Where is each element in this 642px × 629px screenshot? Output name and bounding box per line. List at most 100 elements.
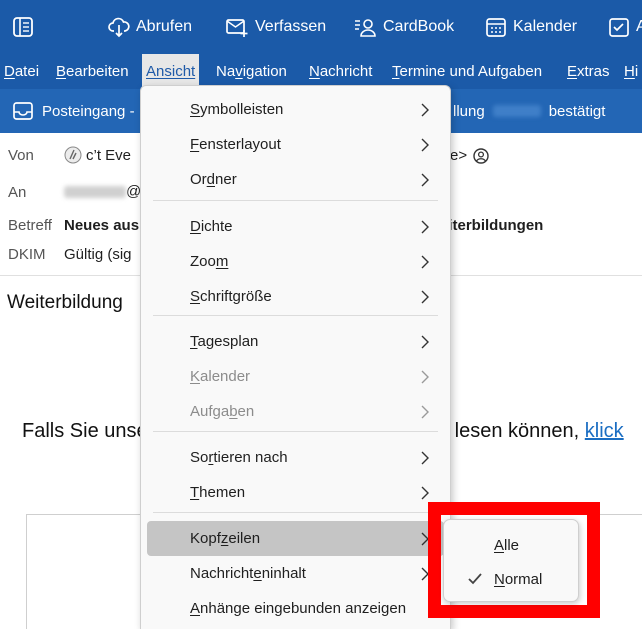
menu-datei[interactable]: Datei	[4, 54, 39, 89]
menu-extras-label: xtras	[577, 63, 610, 80]
menu-item-label: Schriftgröße	[190, 288, 272, 305]
menu-separator	[153, 200, 438, 201]
from-address-tail: e>	[450, 147, 489, 164]
menu-item-density[interactable]: Dichte	[147, 209, 444, 244]
menu-item-label-start: Aufga	[190, 403, 230, 420]
menu-item-label: Symbolleisten	[190, 101, 283, 118]
menu-item-label: Themen	[190, 484, 245, 501]
menu-item-label-end: ner	[215, 171, 237, 188]
tab-message-label-1: llung	[453, 102, 485, 120]
menu-separator	[153, 315, 438, 316]
menu-item-calendar[interactable]: Kalender	[147, 359, 444, 394]
cloud-download-icon	[108, 17, 130, 38]
dkim-value: Gültig (sig	[64, 246, 132, 263]
menu-item-zoom[interactable]: Zoom	[147, 244, 444, 279]
chevron-right-icon	[421, 335, 429, 348]
to-label: An	[8, 184, 27, 201]
menu-ansicht-label: nsicht	[156, 63, 196, 80]
chevron-right-icon	[421, 138, 429, 151]
menu-item-label: Kopfzeilen	[190, 530, 260, 547]
menu-item-label-end: ensterlayout	[199, 136, 281, 153]
toolbar-menu-button[interactable]	[12, 0, 34, 54]
redacted-text	[492, 105, 541, 117]
menu-extras[interactable]: Extras	[567, 54, 610, 89]
menu-item-label: Fensterlayout	[190, 136, 281, 153]
check-icon	[468, 573, 482, 585]
inbox-icon	[13, 102, 33, 120]
tab-inbox-label: Posteingang -	[42, 102, 135, 120]
menu-item-message-body[interactable]: Nachrichteninhalt	[147, 556, 444, 591]
menu-item-label-end: ymbolleisten	[200, 101, 284, 118]
menu-item-label-end: tieren nach	[213, 449, 288, 466]
menu-item-label: Sortieren nach	[190, 449, 288, 466]
menu-item-accesskey: b	[229, 403, 238, 420]
tasks-icon	[609, 18, 629, 37]
menu-item-themes[interactable]: Themen	[147, 475, 444, 510]
menu-item-accesskey: T	[190, 333, 198, 350]
menu-item-label-start: Nachricht	[190, 565, 254, 582]
menu-item-accesskey: D	[190, 218, 201, 235]
menu-item-label-start: Kopf	[190, 530, 221, 547]
menu-item-tasks[interactable]: Aufgaben	[147, 394, 444, 429]
menu-item-accesskey: m	[215, 253, 229, 270]
tab-inbox[interactable]: Posteingang -	[12, 89, 135, 133]
menu-ansicht[interactable]: Ansicht	[142, 54, 200, 89]
submenu-item-normal-label: ormal	[504, 570, 543, 588]
menu-item-label-end: ninhalt	[261, 565, 306, 582]
tab-message[interactable]: llung bestätigt	[453, 89, 605, 133]
submenu-item-alle-label: lle	[504, 536, 520, 554]
sender-avatar-icon	[64, 146, 82, 164]
menu-bearbeiten[interactable]: Bearbeiten	[56, 54, 129, 89]
menu-navigation[interactable]: Navigation	[216, 54, 287, 89]
menu-item-label: Tagesplan	[190, 333, 258, 350]
compose-icon	[226, 19, 248, 37]
submenu-item-normal-accesskey: N	[494, 570, 505, 588]
menu-item-sort-by[interactable]: Sortieren nach	[147, 440, 444, 475]
menu-navigation-label: igation	[242, 63, 287, 80]
to-value[interactable]: @	[64, 183, 141, 200]
contact-icon[interactable]	[473, 147, 489, 164]
redacted-text	[64, 186, 126, 199]
body-line-end: e lesen können, klick	[438, 420, 624, 443]
calendar-label: Kalender	[513, 18, 578, 35]
menu-nachricht-label: achricht	[319, 63, 373, 80]
subject-label: Betreff	[8, 217, 52, 234]
menu-hilfe-label: i	[634, 63, 639, 80]
menu-item-accesskey: e	[253, 565, 262, 582]
tasks-button[interactable]: A	[608, 0, 642, 54]
dkim-label: DKIM	[8, 246, 46, 263]
cardbook-button[interactable]: CardBook	[353, 0, 454, 54]
submenu-item-alle[interactable]: Alle	[448, 528, 574, 562]
menu-item-accesskey: S	[190, 101, 201, 118]
menu-item-label: Dichte	[190, 218, 233, 235]
body-line-start: Falls Sie unse	[22, 420, 148, 442]
menu-item-toolbars[interactable]: Symbolleisten	[147, 92, 444, 127]
menu-datei-label: atei	[14, 63, 40, 80]
menu-nachricht[interactable]: Nachricht	[309, 54, 372, 89]
headers-submenu: Alle Normal	[443, 519, 579, 602]
from-name: c’t Eve	[86, 146, 132, 164]
body-link[interactable]: klick	[585, 420, 624, 442]
compose-button[interactable]: Verfassen	[225, 0, 326, 54]
menu-item-label-end: en	[237, 403, 255, 420]
menu-item-folders[interactable]: Ordner	[147, 162, 444, 197]
body-line-end-text: e lesen können,	[438, 420, 580, 442]
chevron-right-icon	[421, 290, 429, 303]
to-at-sign: @	[126, 183, 142, 200]
from-value[interactable]: c’t Eve	[64, 146, 131, 164]
menu-item-layout[interactable]: Fensterlayout	[147, 127, 444, 162]
chevron-right-icon	[421, 173, 429, 186]
submenu-item-normal[interactable]: Normal	[448, 562, 574, 596]
menu-item-show-attachments-inline[interactable]: Anhänge eingebunden anzeigen	[147, 591, 444, 626]
calendar-button[interactable]: Kalender	[485, 0, 577, 54]
menu-item-headers[interactable]: Kopfzeilen	[147, 521, 444, 556]
menu-termine[interactable]: Termine und Aufgaben	[392, 54, 542, 89]
menu-item-today-pane[interactable]: Tagesplan	[147, 324, 444, 359]
menu-item-label-end: hemen	[199, 484, 246, 501]
menu-hilfe[interactable]: Hi	[624, 54, 638, 89]
menu-item-label-end: ichte	[200, 218, 233, 235]
submenu-item-alle-accesskey: A	[494, 536, 505, 554]
menu-item-font-size[interactable]: Schriftgröße	[147, 279, 444, 314]
chevron-right-icon	[421, 103, 429, 116]
get-messages-button[interactable]: Abrufen	[108, 0, 192, 54]
